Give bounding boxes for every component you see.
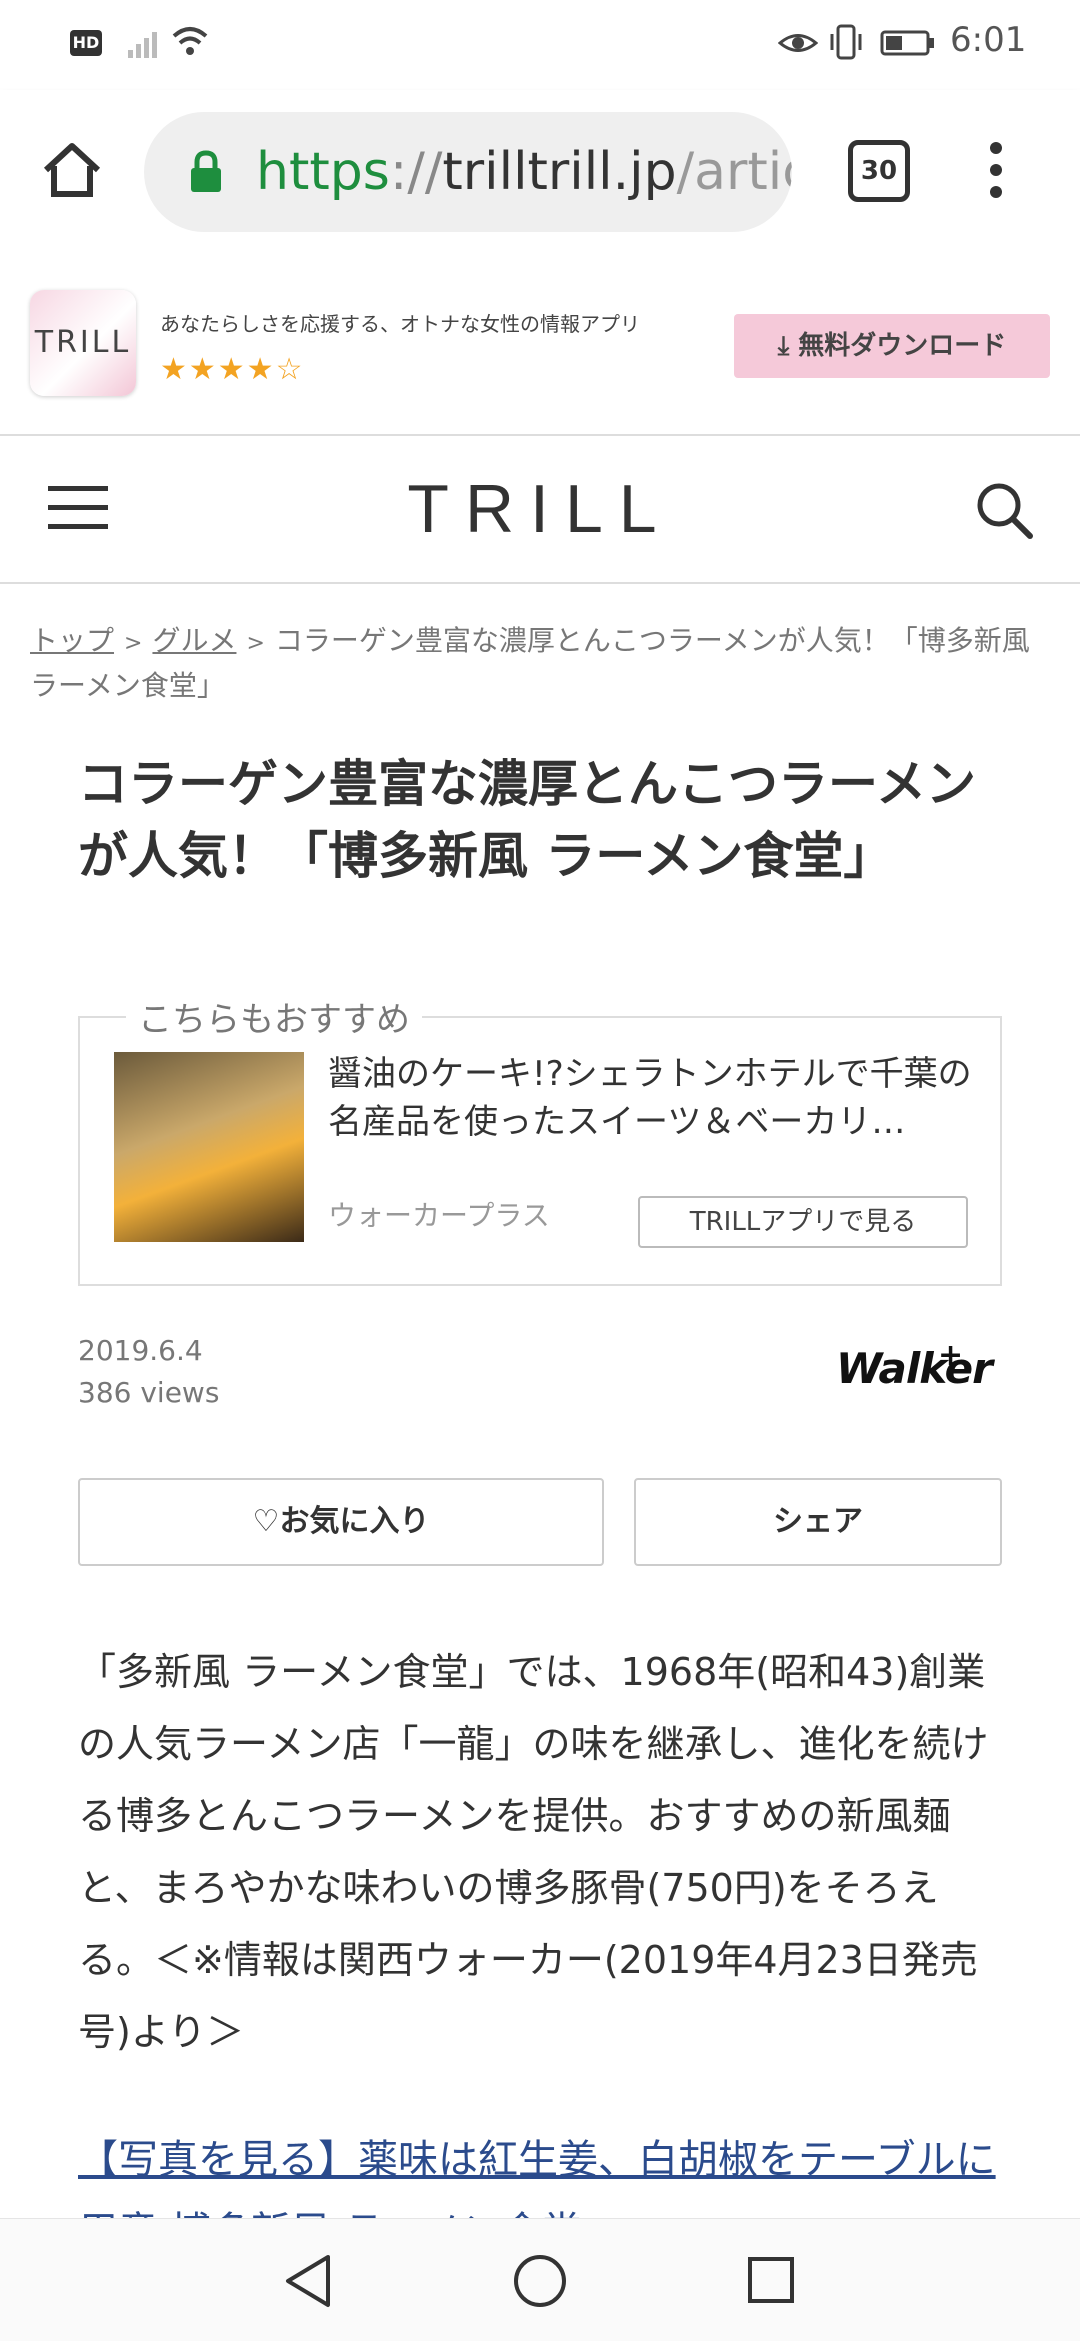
recent-apps-icon[interactable] [746, 2255, 796, 2305]
publish-date: 2019.6.4 [78, 1334, 203, 1367]
tab-switcher-button[interactable]: 30 [848, 140, 910, 202]
hd-icon: HD [70, 30, 102, 56]
signal-icon [128, 32, 157, 58]
rating-stars: ★★★★☆ [160, 352, 305, 387]
home-icon[interactable] [40, 138, 104, 202]
recommendation-label: こちらもおすすめ [126, 992, 422, 1041]
site-logo[interactable]: TRILL [0, 470, 1080, 548]
breadcrumb-separator: > [246, 631, 265, 656]
url-separator: :// [389, 142, 443, 202]
status-time: 6:01 [950, 20, 1027, 60]
home-circle-icon[interactable] [512, 2253, 568, 2309]
url-path: /articles [676, 142, 792, 202]
app-banner: TRILL あなたらしさを応援する、オトナな女性の情報アプリ ★★★★☆ ⤓ 無… [0, 258, 1080, 436]
search-icon[interactable] [974, 480, 1034, 540]
url-text: https://trilltrill.jp/articles [256, 142, 792, 202]
url-scheme: https [256, 142, 390, 202]
site-header: TRILL [0, 436, 1080, 584]
overflow-menu-icon[interactable] [990, 140, 1002, 200]
eye-icon [778, 34, 818, 52]
article-body: 「多新風 ラーメン食堂」では、1968年(昭和43)創業の人気ラーメン店「一龍」… [78, 1650, 989, 2054]
breadcrumb-top-link[interactable]: トップ [30, 624, 114, 657]
download-button[interactable]: ⤓ 無料ダウンロード [734, 314, 1050, 378]
battery-icon [880, 30, 934, 56]
url-field[interactable]: https://trilltrill.jp/articles [144, 112, 792, 232]
recommendation-thumbnail[interactable] [114, 1052, 304, 1242]
back-icon[interactable] [282, 2253, 334, 2309]
app-tagline: あなたらしさを応援する、オトナな女性の情報アプリ [160, 312, 640, 336]
vibrate-icon [830, 24, 862, 60]
publisher-logo: Walker [836, 1344, 993, 1393]
url-host: trilltrill.jp [442, 142, 677, 202]
breadcrumb-category-link[interactable]: グルメ [152, 624, 236, 657]
share-button[interactable]: シェア [634, 1478, 1002, 1566]
page-title: コラーゲン豊富な濃厚とんこつラーメンが人気！「博多新風 ラーメン食堂」 [78, 755, 976, 885]
breadcrumb-separator: > [124, 631, 143, 656]
recommendation-card[interactable]: こちらもおすすめ 醤油のケーキ!?シェラトンホテルで千葉の名産品を使ったスイーツ… [78, 992, 1002, 1286]
wifi-icon [172, 27, 208, 55]
view-count: 386 views [78, 1376, 220, 1409]
app-icon[interactable]: TRILL [30, 290, 136, 396]
recommendation-title[interactable]: 醤油のケーキ!?シェラトンホテルで千葉の名産品を使ったスイーツ＆ベーカリ… [328, 1050, 978, 1146]
browser-toolbar: https://trilltrill.jp/articles 30 [0, 90, 1080, 259]
lock-icon [191, 150, 221, 192]
status-bar: HD 6:01 [0, 0, 1080, 90]
system-nav-bar [0, 2218, 1080, 2341]
open-in-app-button[interactable]: TRILLアプリで見る [638, 1196, 968, 1248]
recommendation-source: ウォーカープラス [328, 1199, 550, 1232]
breadcrumb: トップ > グルメ > コラーゲン豊富な濃厚とんこつラーメンが人気！「博多新風 ラーメン… [30, 620, 1040, 707]
favorite-button[interactable]: ♡お気に入り [78, 1478, 604, 1566]
publisher-logo-plus: + [938, 1338, 964, 1373]
